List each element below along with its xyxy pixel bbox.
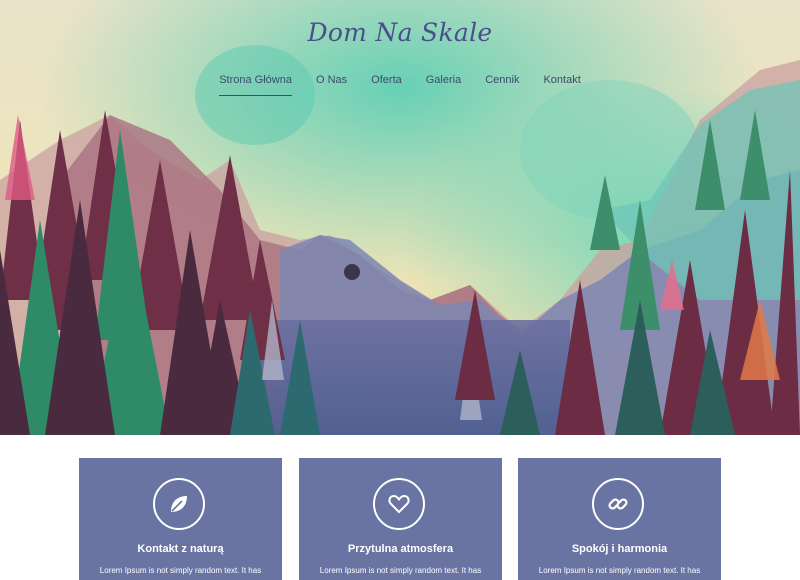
site-title[interactable]: Dom Na Skale	[0, 18, 800, 47]
hero-banner: Dom Na Skale Strona Główna O Nas Oferta …	[0, 0, 800, 435]
heart-icon	[373, 478, 425, 530]
nav-item-kontakt[interactable]: Kontakt	[543, 72, 580, 96]
feature-text: Lorem Ipsum is not simply random text. I…	[99, 566, 262, 575]
feature-title: Kontakt z naturą	[137, 543, 224, 555]
nav-item-o-nas[interactable]: O Nas	[316, 72, 347, 96]
nav-item-oferta[interactable]: Oferta	[371, 72, 402, 96]
feature-card-atmosphere: Przytulna atmosfera Lorem Ipsum is not s…	[299, 458, 502, 580]
main-nav: Strona Główna O Nas Oferta Galeria Cenni…	[0, 72, 800, 96]
feature-title: Przytulna atmosfera	[347, 543, 454, 555]
link-icon	[592, 478, 644, 530]
nav-item-strona-glowna[interactable]: Strona Główna	[219, 72, 292, 96]
feature-text: Lorem Ipsum is not simply random text. I…	[319, 566, 482, 575]
feature-title: Spokój i harmonia	[571, 543, 668, 555]
feature-card-nature: Kontakt z naturą Lorem Ipsum is not simp…	[79, 458, 282, 580]
feature-text: Lorem Ipsum is not simply random text. I…	[538, 566, 701, 575]
nav-item-galeria[interactable]: Galeria	[426, 72, 461, 96]
feature-card-harmony: Spokój i harmonia Lorem Ipsum is not sim…	[518, 458, 721, 580]
nav-item-cennik[interactable]: Cennik	[485, 72, 519, 96]
hero-illustration	[0, 0, 800, 435]
leaf-icon	[153, 478, 205, 530]
